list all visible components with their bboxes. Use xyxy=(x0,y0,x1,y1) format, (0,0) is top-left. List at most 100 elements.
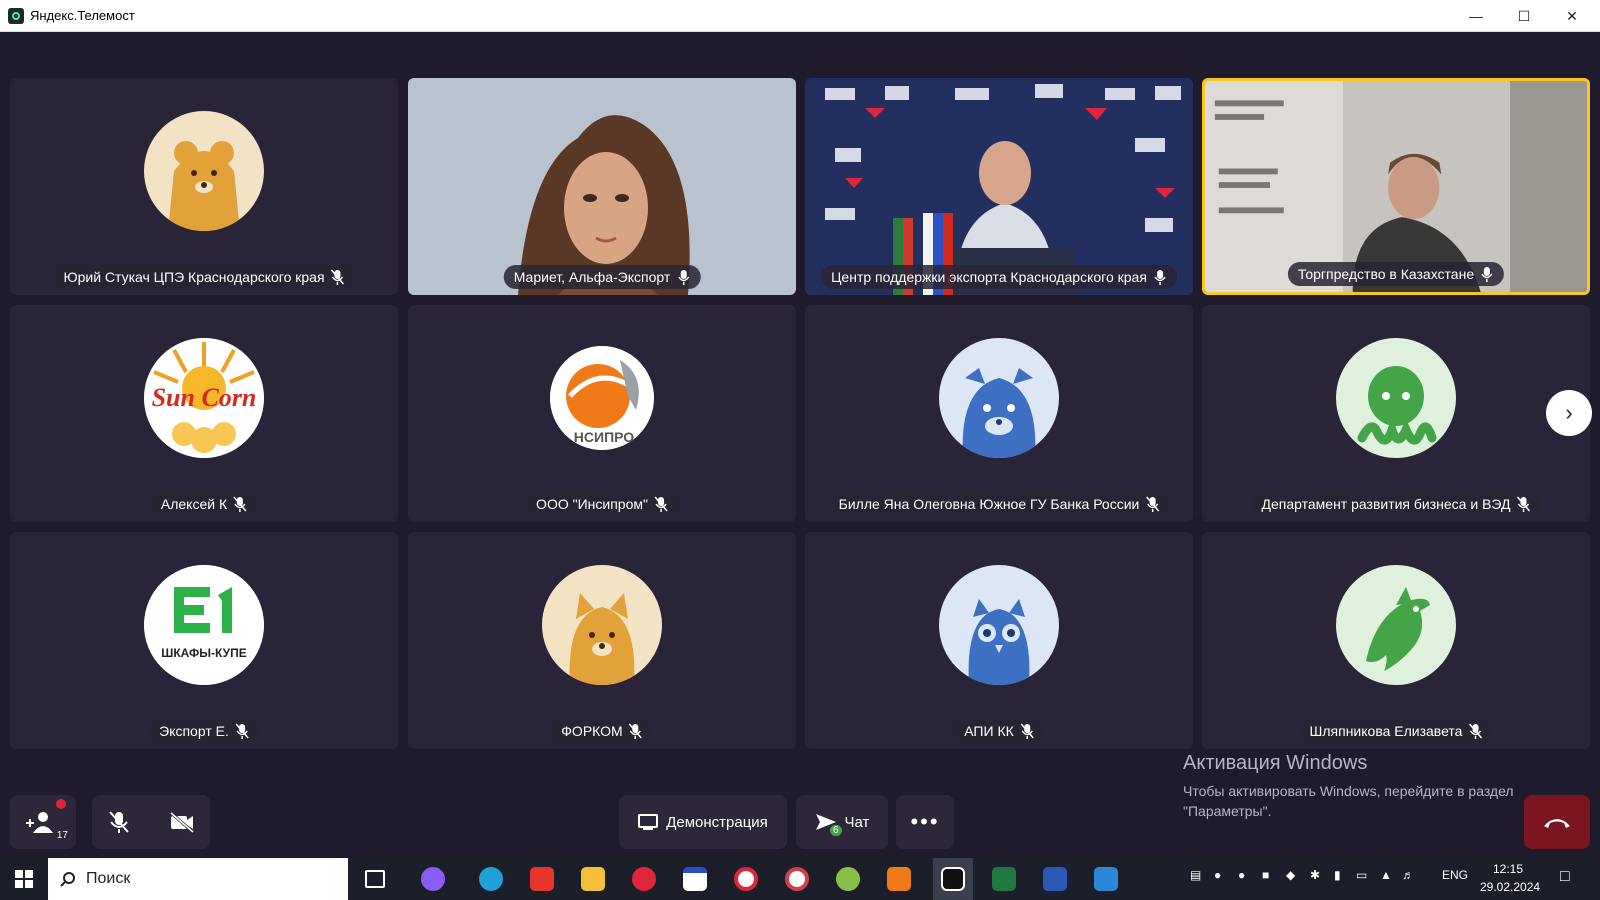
participant-tile[interactable]: ФОРКОМ xyxy=(408,532,796,749)
bluetooth-icon[interactable]: ◆ xyxy=(1286,868,1295,882)
participant-name-bar: АПИ КК xyxy=(954,719,1044,743)
participant-tile[interactable]: Мариет, Альфа-Экспорт xyxy=(408,78,796,295)
next-page-button[interactable]: › xyxy=(1546,390,1592,436)
participant-name-bar: Департамент развития бизнеса и ВЭД xyxy=(1251,492,1541,516)
media-controls xyxy=(92,795,210,849)
watermark-heading: Активация Windows xyxy=(1183,752,1368,774)
maximize-button[interactable]: ☐ xyxy=(1500,0,1548,32)
word-icon[interactable] xyxy=(1035,858,1075,900)
app-tray-icon-red[interactable]: ✱ xyxy=(1310,868,1320,882)
keyboard-language[interactable]: ENG xyxy=(1442,868,1468,882)
app-icon-red[interactable] xyxy=(777,858,817,900)
notification-dot xyxy=(56,799,66,809)
clock-time[interactable]: 12:15 xyxy=(1493,862,1523,876)
yandex-tray-icon[interactable]: ● xyxy=(1238,868,1245,882)
pdf-app-icon[interactable] xyxy=(879,858,919,900)
participant-name: Шляпникова Елизавета xyxy=(1309,723,1463,739)
participant-tile[interactable]: Юрий Стукач ЦПЭ Краснодарского края xyxy=(10,78,398,295)
end-call-button[interactable] xyxy=(1524,795,1590,849)
avatar: НСИПРО xyxy=(550,346,654,450)
tiger-icon xyxy=(962,368,1036,458)
participant-tile[interactable]: Департамент развития бизнеса и ВЭД xyxy=(1202,305,1590,522)
chevron-right-icon: › xyxy=(1565,400,1573,425)
chat-button[interactable]: Чат 6 xyxy=(796,795,888,849)
participants-button[interactable]: 17 xyxy=(10,795,76,849)
battery-icon[interactable]: ▭ xyxy=(1356,868,1367,882)
windows-activation-watermark: Активация Windows Чтобы активировать Win… xyxy=(1183,752,1514,821)
participant-tile[interactable]: НСИПРО ООО "Инсипром" xyxy=(408,305,796,522)
security-tray-icon[interactable]: ■ xyxy=(1262,868,1269,882)
screen-share-button[interactable]: Демонстрация xyxy=(619,795,787,849)
participant-name: Центр поддержки экспорта Краснодарского … xyxy=(831,269,1147,285)
shkafy-kupe-logo: ШКАФЫ-КУПЕ xyxy=(144,565,264,685)
owl-icon xyxy=(968,599,1030,685)
avatar xyxy=(1336,338,1456,458)
telemost-taskbar-icon[interactable] xyxy=(933,858,973,900)
file-explorer-icon[interactable] xyxy=(573,858,613,900)
app-icon-green[interactable] xyxy=(828,858,868,900)
excel-icon[interactable] xyxy=(984,858,1024,900)
minimize-button[interactable]: — xyxy=(1452,0,1500,32)
alice-icon[interactable] xyxy=(413,858,453,900)
search-placeholder: Поиск xyxy=(86,870,131,887)
participant-name: Алексей К xyxy=(160,496,228,512)
opera-icon[interactable] xyxy=(624,858,664,900)
mic-icon xyxy=(1481,267,1493,282)
participant-tile-active-speaker[interactable]: Торгпредство в Казахстане xyxy=(1202,78,1590,295)
start-button[interactable] xyxy=(0,858,48,900)
participant-name: Департамент развития бизнеса и ВЭД xyxy=(1261,496,1511,512)
taskbar-search[interactable]: Поиск xyxy=(48,858,348,900)
participant-name-bar: Юрий Стукач ЦПЭ Краснодарского края xyxy=(53,265,355,289)
app-tray-icon[interactable]: ● xyxy=(1214,868,1221,882)
participant-tile[interactable]: Билле Яна Олеговна Южное ГУ Банка России xyxy=(805,305,1193,522)
watermark-line1: Чтобы активировать Windows, перейдите в … xyxy=(1183,783,1514,799)
participant-name-bar: Алексей К xyxy=(150,492,258,516)
mic-off-icon[interactable] xyxy=(108,810,130,834)
camera-off-icon[interactable] xyxy=(169,811,195,833)
more-options-button[interactable]: ••• xyxy=(896,795,954,849)
notifications-icon[interactable]: □ xyxy=(1560,868,1570,886)
bear-icon xyxy=(168,141,240,231)
screen-share-label: Демонстрация xyxy=(666,813,768,831)
participant-name-bar: ФОРКОМ xyxy=(551,719,653,743)
octopus-icon xyxy=(1357,366,1437,445)
logo-text: НСИПРО xyxy=(574,429,634,445)
mic-muted-icon xyxy=(330,269,345,285)
photos-icon[interactable] xyxy=(1086,858,1126,900)
avatar: Sun Corn xyxy=(144,338,264,458)
participant-tile[interactable]: АПИ КК xyxy=(805,532,1193,749)
participant-name: ООО "Инсипром" xyxy=(536,496,648,512)
wifi-icon[interactable]: ▲ xyxy=(1380,868,1392,882)
microphone-tray-icon[interactable]: ▮ xyxy=(1334,868,1341,882)
participant-tile[interactable]: Sun Corn Алексей К xyxy=(10,305,398,522)
dolphin-icon xyxy=(1366,587,1430,671)
avatar xyxy=(939,565,1059,685)
avatar: ШКАФЫ-КУПЕ xyxy=(144,565,264,685)
participant-name: Экспорт Е. xyxy=(159,723,229,739)
participant-tile[interactable]: ШКАФЫ-КУПЕ Экспорт Е. xyxy=(10,532,398,749)
participant-name: ФОРКОМ xyxy=(561,723,623,739)
participant-name: Юрий Стукач ЦПЭ Краснодарского края xyxy=(63,269,325,285)
volume-icon[interactable]: ♬ xyxy=(1402,868,1414,882)
mic-muted-icon xyxy=(654,496,668,512)
mic-muted-icon xyxy=(233,496,247,512)
network-tray-icon[interactable]: ▤ xyxy=(1190,868,1201,882)
participant-tile[interactable]: Шляпникова Елизавета xyxy=(1202,532,1590,749)
yandex-icon[interactable] xyxy=(522,858,562,900)
avatar xyxy=(542,565,662,685)
video-feed xyxy=(1205,81,1587,292)
watermark-line2: "Параметры". xyxy=(1183,803,1272,819)
video-grid: Юрий Стукач ЦПЭ Краснодарского края Мари… xyxy=(0,32,1600,858)
participant-tile[interactable]: Центр поддержки экспорта Краснодарского … xyxy=(805,78,1193,295)
clock-date[interactable]: 29.02.2024 xyxy=(1480,880,1540,894)
close-button[interactable]: ✕ xyxy=(1548,0,1596,32)
yandex-browser-icon[interactable] xyxy=(726,858,766,900)
screen-share-icon xyxy=(638,814,659,830)
participant-name: Билле Яна Олеговна Южное ГУ Банка России xyxy=(838,496,1140,512)
edge-icon[interactable] xyxy=(471,858,511,900)
mic-icon xyxy=(677,270,689,285)
calendar-icon[interactable] xyxy=(675,858,715,900)
mic-muted-icon xyxy=(1020,723,1034,739)
task-view-icon[interactable] xyxy=(355,858,395,900)
avatar xyxy=(1336,565,1456,685)
